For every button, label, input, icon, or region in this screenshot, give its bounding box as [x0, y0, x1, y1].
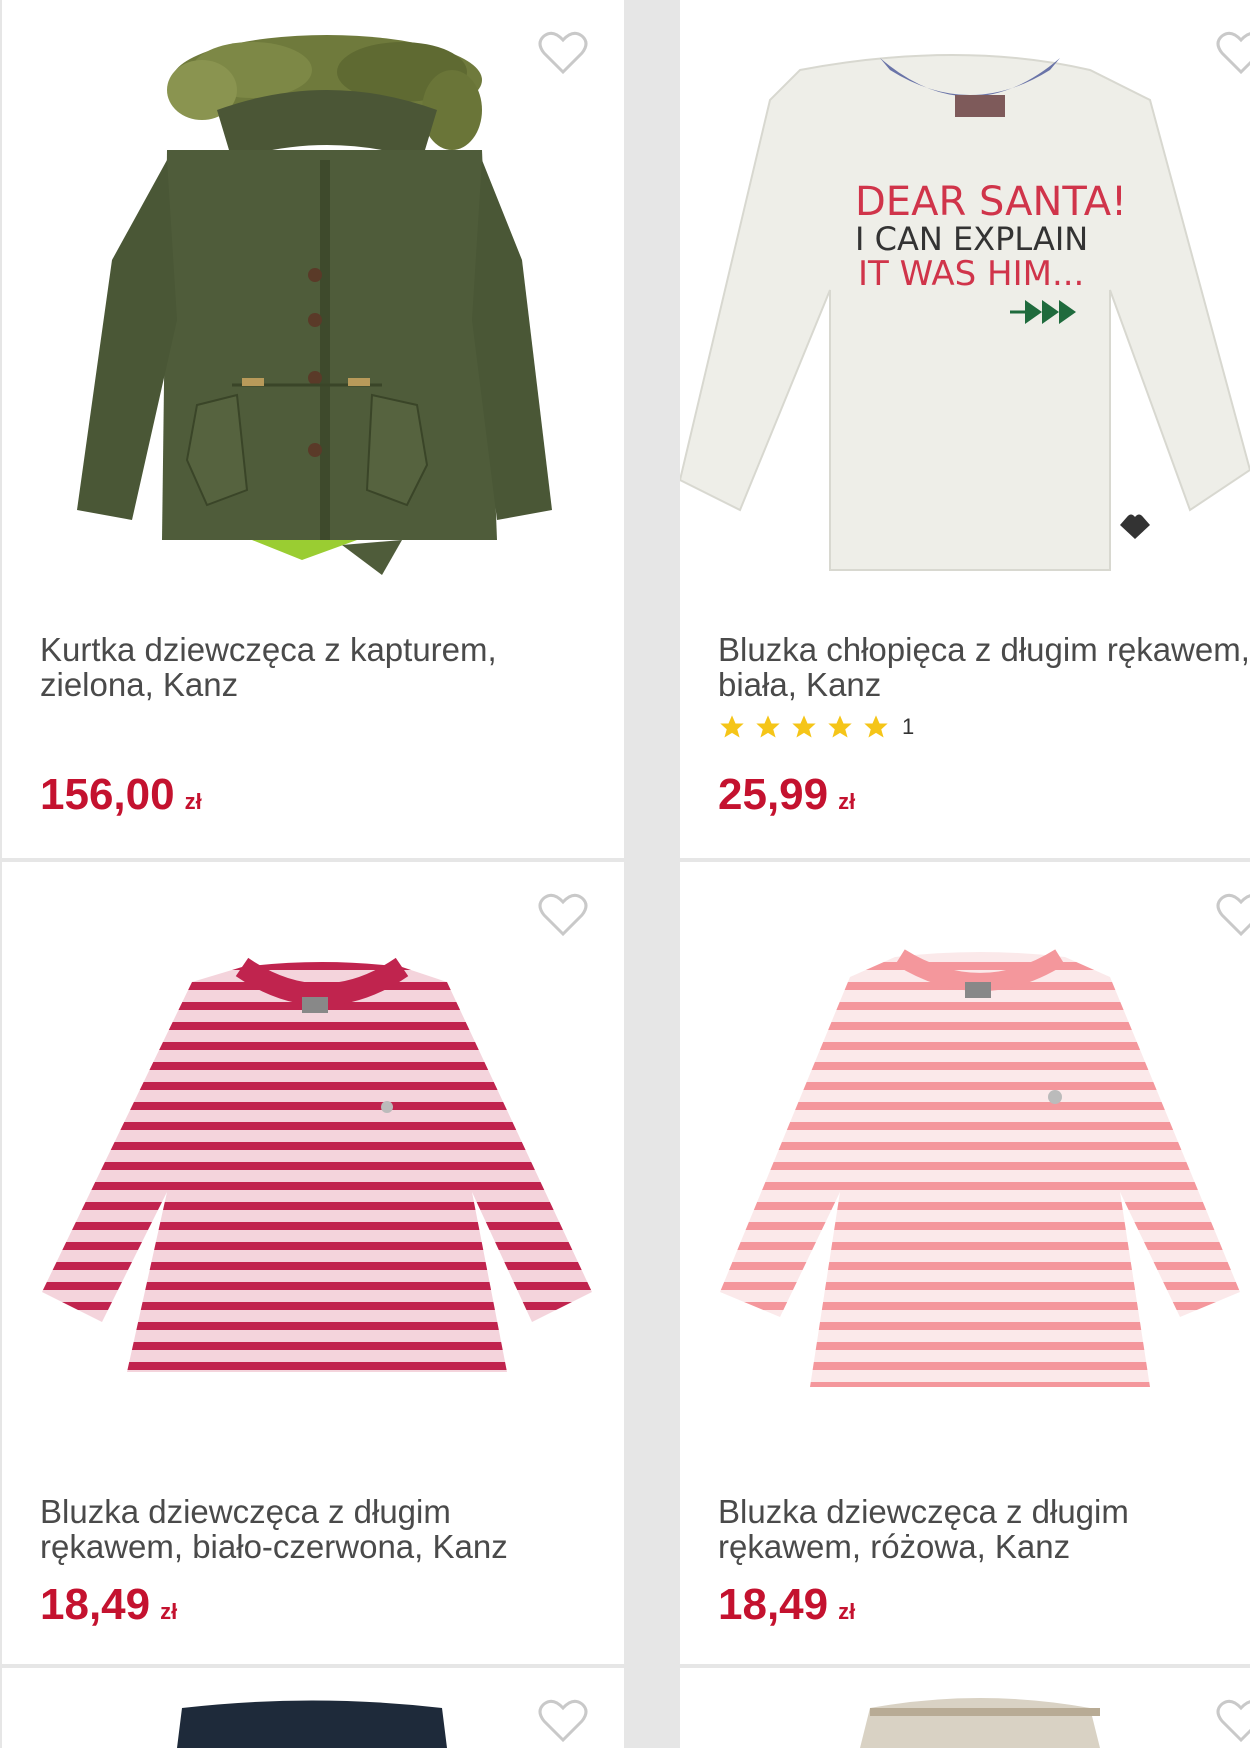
favorite-heart-icon[interactable]	[538, 892, 588, 938]
product-title[interactable]: Kurtka dziewczęca z kapturem, zielona, K…	[40, 632, 600, 702]
product-title[interactable]: Bluzka dziewczęca z długim rękawem, różo…	[718, 1494, 1250, 1564]
favorite-heart-icon[interactable]	[538, 30, 588, 76]
print-line: DEAR SANTA!	[855, 179, 1127, 225]
product-price: 156,00 zł	[40, 770, 202, 819]
product-grid: Kurtka dziewczęca z kapturem, zielona, K…	[0, 0, 1250, 1748]
rating-count: 1	[902, 714, 915, 739]
product-image[interactable]	[2, 0, 624, 600]
product-image[interactable]	[680, 862, 1250, 1462]
product-image[interactable]	[2, 862, 624, 1462]
product-card[interactable]	[680, 1668, 1250, 1748]
product-image[interactable]: DEAR SANTA! I CAN EXPLAIN IT WAS HIM...	[680, 0, 1250, 600]
product-price: 18,49 zł	[40, 1580, 178, 1629]
product-card[interactable]: Bluzka dziewczęca z długim rękawem, biał…	[2, 862, 624, 1664]
product-card[interactable]: Kurtka dziewczęca z kapturem, zielona, K…	[2, 0, 624, 858]
product-title[interactable]: Bluzka chłopięca z długim rękawem, biała…	[718, 632, 1250, 702]
favorite-heart-icon[interactable]	[1216, 892, 1250, 938]
rating-stars: 1	[718, 712, 914, 742]
product-card[interactable]	[2, 1668, 624, 1748]
favorite-heart-icon[interactable]	[1216, 1698, 1250, 1744]
product-image[interactable]	[2, 1668, 624, 1748]
favorite-heart-icon[interactable]	[1216, 30, 1250, 76]
product-card[interactable]: DEAR SANTA! I CAN EXPLAIN IT WAS HIM... …	[680, 0, 1250, 858]
print-line: I CAN EXPLAIN	[855, 220, 1088, 258]
star-icon	[828, 715, 852, 738]
print-line: IT WAS HIM...	[858, 254, 1084, 294]
star-icon	[756, 715, 780, 738]
star-icon	[792, 715, 816, 738]
product-image[interactable]	[680, 1668, 1250, 1748]
product-card[interactable]: Bluzka dziewczęca z długim rękawem, różo…	[680, 862, 1250, 1664]
favorite-heart-icon[interactable]	[538, 1698, 588, 1744]
product-title[interactable]: Bluzka dziewczęca z długim rękawem, biał…	[40, 1494, 600, 1564]
star-icon	[864, 715, 888, 738]
product-price: 25,99 zł	[718, 770, 856, 819]
product-price: 18,49 zł	[718, 1580, 856, 1629]
star-icon	[720, 715, 744, 738]
